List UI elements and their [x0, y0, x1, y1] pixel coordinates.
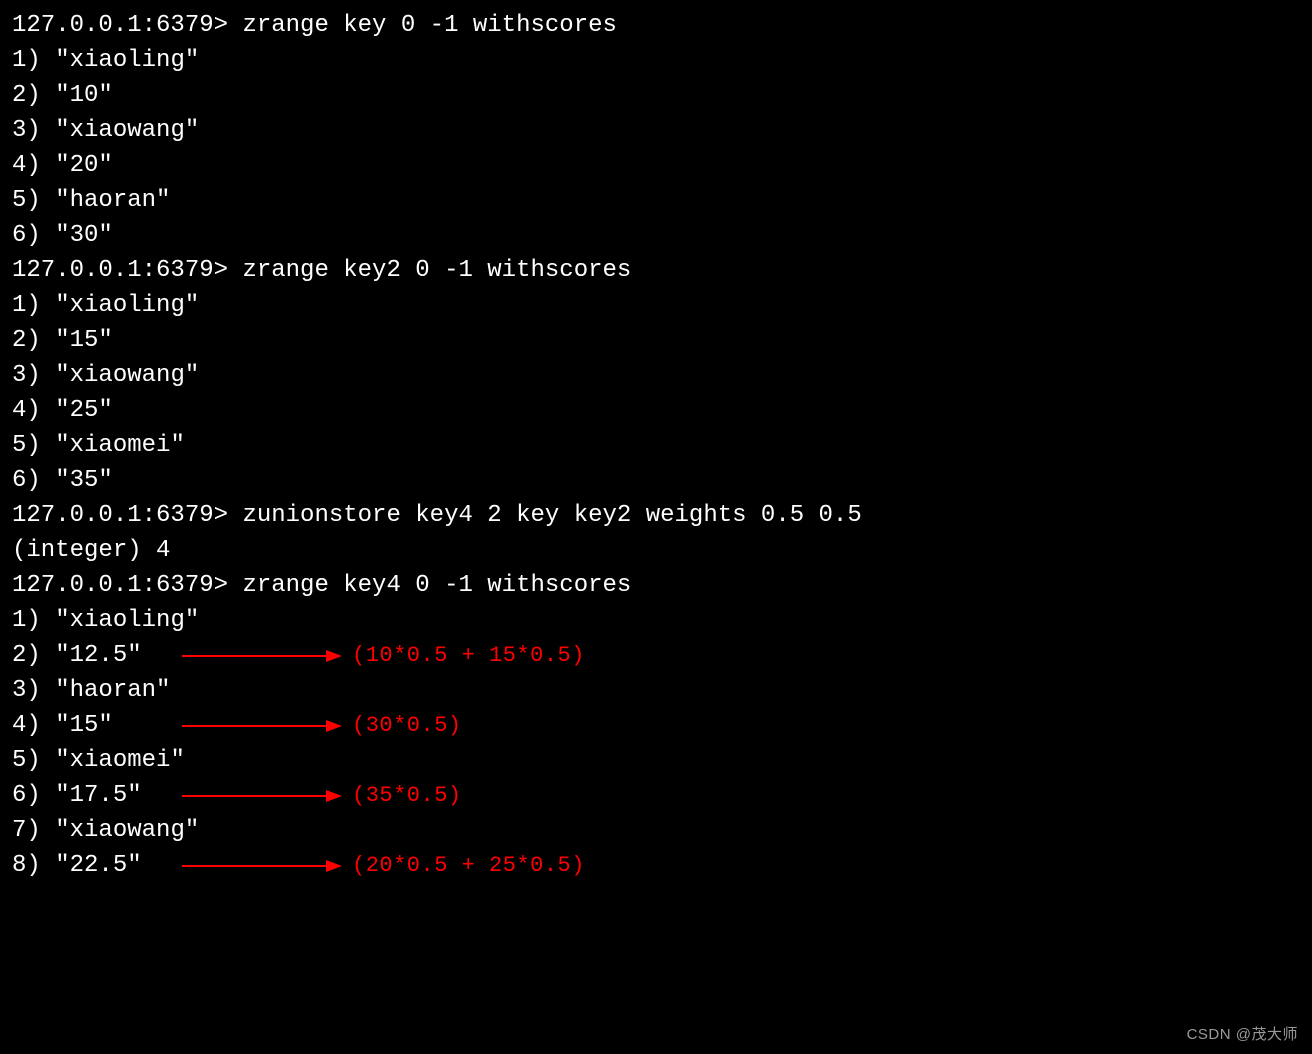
command-line: 127.0.0.1:6379> zrange key2 0 -1 withsco…: [12, 253, 1300, 288]
output-row: 5) "haoran": [12, 183, 1300, 218]
output-row: 6) "30": [12, 218, 1300, 253]
output-row: 1) "xiaoling": [12, 603, 1300, 638]
output-row: 1) "xiaoling": [12, 288, 1300, 323]
annotation-text: (10*0.5 + 15*0.5): [352, 638, 585, 673]
output-row: 4) "25": [12, 393, 1300, 428]
command-line: 127.0.0.1:6379> zunionstore key4 2 key k…: [12, 498, 1300, 533]
arrow-icon: [182, 646, 342, 666]
output-row: 3) "xiaowang": [12, 113, 1300, 148]
prompt: 127.0.0.1:6379>: [12, 502, 242, 529]
output-row: 5) "xiaomei": [12, 428, 1300, 463]
annotation-arrow: (30*0.5): [182, 708, 462, 743]
watermark-text: CSDN @茂大师: [1187, 1024, 1298, 1046]
output-row: 2) "15": [12, 323, 1300, 358]
output-row: 6) "17.5" (35*0.5): [12, 778, 1300, 813]
arrow-icon: [182, 716, 342, 736]
prompt: 127.0.0.1:6379>: [12, 257, 242, 284]
command-text: zrange key2 0 -1 withscores: [242, 257, 631, 284]
terminal[interactable]: 127.0.0.1:6379> zrange key 0 -1 withscor…: [0, 0, 1312, 883]
command-line: 127.0.0.1:6379> zrange key4 0 -1 withsco…: [12, 568, 1300, 603]
command-text: zunionstore key4 2 key key2 weights 0.5 …: [242, 502, 861, 529]
arrow-icon: [182, 856, 342, 876]
annotation-arrow: (35*0.5): [182, 778, 462, 813]
output-row: 1) "xiaoling": [12, 43, 1300, 78]
command-text: zrange key 0 -1 withscores: [242, 12, 616, 39]
output-row: 4) "15" (30*0.5): [12, 708, 1300, 743]
output-row: 6) "35": [12, 463, 1300, 498]
annotation-text: (35*0.5): [352, 778, 462, 813]
output-row: 8) "22.5" (20*0.5 + 25*0.5): [12, 848, 1300, 883]
output-row: 3) "haoran": [12, 673, 1300, 708]
command-text: zrange key4 0 -1 withscores: [242, 572, 631, 599]
prompt: 127.0.0.1:6379>: [12, 12, 242, 39]
output-row: 4) "20": [12, 148, 1300, 183]
annotation-text: (30*0.5): [352, 708, 462, 743]
output-row: 2) "10": [12, 78, 1300, 113]
output-row: 5) "xiaomei": [12, 743, 1300, 778]
annotation-arrow: (20*0.5 + 25*0.5): [182, 848, 585, 883]
command-line: 127.0.0.1:6379> zrange key 0 -1 withscor…: [12, 8, 1300, 43]
annotation-text: (20*0.5 + 25*0.5): [352, 848, 585, 883]
output-row: 7) "xiaowang": [12, 813, 1300, 848]
output-row: 3) "xiaowang": [12, 358, 1300, 393]
prompt: 127.0.0.1:6379>: [12, 572, 242, 599]
output-row: (integer) 4: [12, 533, 1300, 568]
output-row: 2) "12.5" (10*0.5 + 15*0.5): [12, 638, 1300, 673]
annotation-arrow: (10*0.5 + 15*0.5): [182, 638, 585, 673]
arrow-icon: [182, 786, 342, 806]
